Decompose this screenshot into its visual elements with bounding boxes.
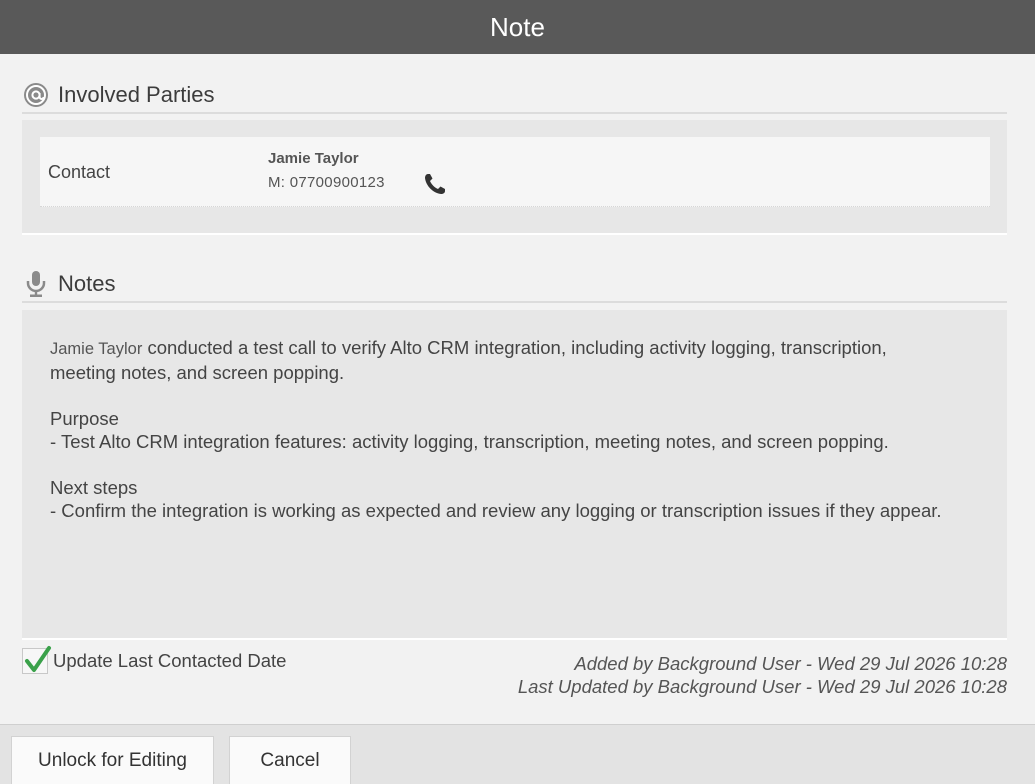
cancel-button[interactable]: Cancel bbox=[229, 736, 351, 784]
notes-summary-line2: meeting notes, and screen popping. bbox=[50, 362, 345, 383]
notes-purpose: Purpose - Test Alto CRM integration feat… bbox=[50, 407, 979, 453]
notes-next-steps: Next steps - Confirm the integration is … bbox=[50, 476, 979, 522]
notes-summary: Jamie Taylor conducted a test call to ve… bbox=[50, 336, 979, 384]
audit-info: Added by Background User - Wed 29 Jul 20… bbox=[518, 652, 1007, 698]
last-updated-text: Last Updated by Background User - Wed 29… bbox=[517, 676, 1007, 697]
update-last-contacted-toggle[interactable]: Update Last Contacted Date bbox=[22, 646, 287, 674]
unlock-for-editing-button[interactable]: Unlock for Editing bbox=[11, 736, 214, 784]
notes-header: Notes bbox=[22, 267, 1007, 303]
at-sign-icon bbox=[22, 81, 50, 109]
phone-icon[interactable] bbox=[420, 169, 450, 199]
purpose-item: - Test Alto CRM integration features: ac… bbox=[50, 431, 889, 452]
update-last-contacted-label: Update Last Contacted Date bbox=[53, 650, 287, 671]
notes-speaker: Jamie Taylor bbox=[50, 340, 143, 358]
dialog-title: Note bbox=[490, 11, 545, 42]
note-footer: Update Last Contacted Date Added by Back… bbox=[22, 646, 1007, 706]
update-last-contacted-checkbox[interactable] bbox=[22, 646, 51, 674]
notes-content: Jamie Taylor conducted a test call to ve… bbox=[22, 310, 1007, 640]
involved-parties-title: Involved Parties bbox=[58, 82, 215, 107]
next-steps-item: - Confirm the integration is working as … bbox=[50, 500, 942, 521]
note-dialog-body: Involved Parties Contact Jamie Taylor M:… bbox=[0, 54, 1035, 724]
involved-parties-header: Involved Parties bbox=[22, 78, 1007, 114]
dialog-button-bar: Unlock for Editing Cancel bbox=[0, 724, 1035, 784]
next-steps-heading: Next steps bbox=[50, 477, 138, 498]
purpose-heading: Purpose bbox=[50, 408, 119, 429]
contact-row: Contact Jamie Taylor M: 07700900123 bbox=[40, 137, 990, 207]
microphone-icon bbox=[22, 270, 50, 298]
involved-parties-panel: Contact Jamie Taylor M: 07700900123 bbox=[22, 120, 1007, 235]
notes-summary-line1: conducted a test call to verify Alto CRM… bbox=[147, 337, 887, 358]
checkmark-icon bbox=[25, 646, 51, 672]
dialog-title-bar: Note bbox=[0, 0, 1035, 54]
added-by-text: Added by Background User - Wed 29 Jul 20… bbox=[574, 653, 1007, 674]
notes-title: Notes bbox=[58, 271, 116, 296]
contact-phone-number: M: 07700900123 bbox=[268, 174, 385, 191]
contact-name: Jamie Taylor bbox=[268, 150, 359, 167]
contact-role-label: Contact bbox=[48, 162, 111, 182]
